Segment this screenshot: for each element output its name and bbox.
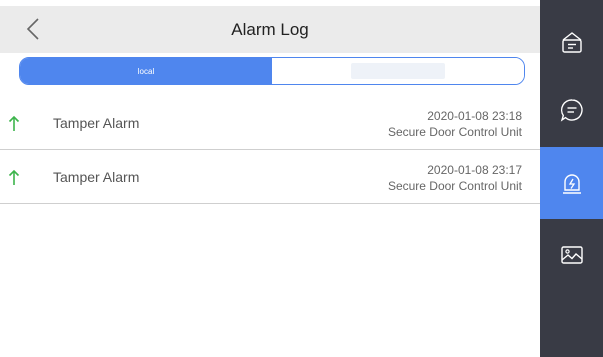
- alarm-device: Secure Door Control Unit: [387, 125, 522, 139]
- tab-remote-label: [351, 63, 445, 79]
- alarm-list: Tamper Alarm 2020-01-08 23:18 Secure Doo…: [0, 96, 540, 204]
- alarm-row[interactable]: Tamper Alarm 2020-01-08 23:18 Secure Doo…: [0, 96, 540, 150]
- chevron-left-icon: [26, 18, 39, 40]
- main-panel: Alarm Log local Tamper Alarm 2020-01-08 …: [0, 0, 540, 357]
- sidebar-item-alarm-log[interactable]: [540, 147, 603, 219]
- alarm-device: Secure Door Control Unit: [387, 179, 522, 193]
- arrow-up-icon: [8, 169, 20, 185]
- page-title: Alarm Log: [231, 20, 309, 39]
- tab-local[interactable]: local: [20, 58, 272, 84]
- alarm-name: Tamper Alarm: [53, 115, 140, 131]
- arrow-up-icon: [8, 115, 20, 131]
- tab-bar: local: [19, 57, 525, 85]
- notice-icon: [561, 32, 582, 53]
- picture-icon: [560, 246, 583, 264]
- sidebar-item-message[interactable]: [540, 74, 603, 146]
- tab-remote[interactable]: [272, 58, 524, 84]
- sidebar: [540, 0, 603, 357]
- alarm-name: Tamper Alarm: [53, 169, 140, 185]
- alarm-time: 2020-01-08 23:18: [427, 109, 522, 123]
- alarm-log-icon: [562, 174, 581, 194]
- message-icon: [560, 99, 583, 122]
- sidebar-item-notice[interactable]: [540, 6, 603, 78]
- alarm-time: 2020-01-08 23:17: [427, 163, 522, 177]
- back-button[interactable]: [20, 16, 46, 42]
- sidebar-item-picture[interactable]: [540, 219, 603, 291]
- header-bar: Alarm Log: [0, 6, 540, 53]
- alarm-row[interactable]: Tamper Alarm 2020-01-08 23:17 Secure Doo…: [0, 150, 540, 204]
